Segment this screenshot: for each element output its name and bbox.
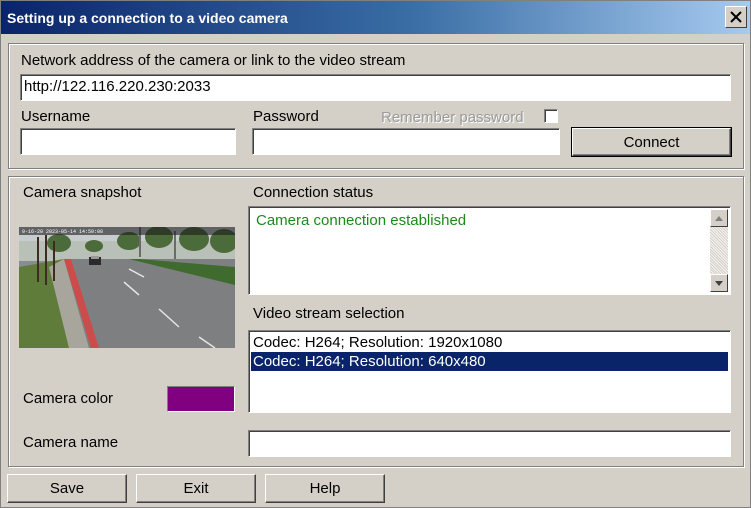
password-label: Password (253, 108, 319, 125)
username-label: Username (21, 108, 91, 125)
close-icon (730, 11, 742, 23)
window-title: Setting up a connection to a video camer… (7, 10, 288, 26)
close-button[interactable] (725, 6, 747, 28)
remember-password-label: Remember password (381, 109, 524, 126)
connection-status-message: Camera connection established (256, 212, 467, 229)
save-button-label: Save (49, 480, 85, 497)
username-input[interactable] (20, 128, 236, 155)
scroll-up-button[interactable] (710, 209, 728, 227)
password-input[interactable] (252, 128, 560, 155)
camera-color-label: Camera color (23, 390, 114, 407)
arrow-up-icon (715, 215, 723, 221)
address-label: Network address of the camera or link to… (21, 52, 406, 69)
stream-list[interactable]: Codec: H264; Resolution: 1920x1080 Codec… (248, 330, 731, 413)
snapshot-label: Camera snapshot (23, 184, 142, 201)
snapshot-overlay-text: 9-16-20 2023-05-14 14:50:08 (22, 229, 103, 235)
stream-selection-label: Video stream selection (253, 305, 405, 322)
address-input[interactable]: http://122.116.220.230:2033 (20, 74, 731, 101)
title-bar[interactable]: Setting up a connection to a video camer… (1, 1, 750, 34)
camera-name-label: Camera name (23, 434, 119, 451)
connect-button[interactable]: Connect (571, 127, 732, 157)
camera-color-swatch[interactable] (167, 386, 235, 412)
help-button-label: Help (309, 480, 341, 497)
connect-button-label: Connect (623, 133, 680, 151)
save-button[interactable]: Save (7, 474, 127, 503)
exit-button[interactable]: Exit (136, 474, 256, 503)
stream-option[interactable]: Codec: H264; Resolution: 1920x1080 (251, 333, 728, 352)
camera-setup-dialog: Setting up a connection to a video camer… (0, 0, 751, 508)
connection-status-label: Connection status (253, 184, 374, 201)
camera-snapshot-image: 9-16-20 2023-05-14 14:50:08 (19, 227, 235, 348)
camera-name-input[interactable] (248, 430, 731, 457)
scroll-down-button[interactable] (710, 274, 728, 292)
help-button[interactable]: Help (265, 474, 385, 503)
arrow-down-icon (715, 280, 723, 286)
remember-password-checkbox[interactable] (544, 109, 558, 123)
exit-button-label: Exit (183, 480, 209, 497)
status-scrollbar[interactable] (710, 209, 728, 292)
stream-option-selected[interactable]: Codec: H264; Resolution: 640x480 (251, 352, 728, 371)
connection-status-box: Camera connection established (248, 206, 731, 295)
